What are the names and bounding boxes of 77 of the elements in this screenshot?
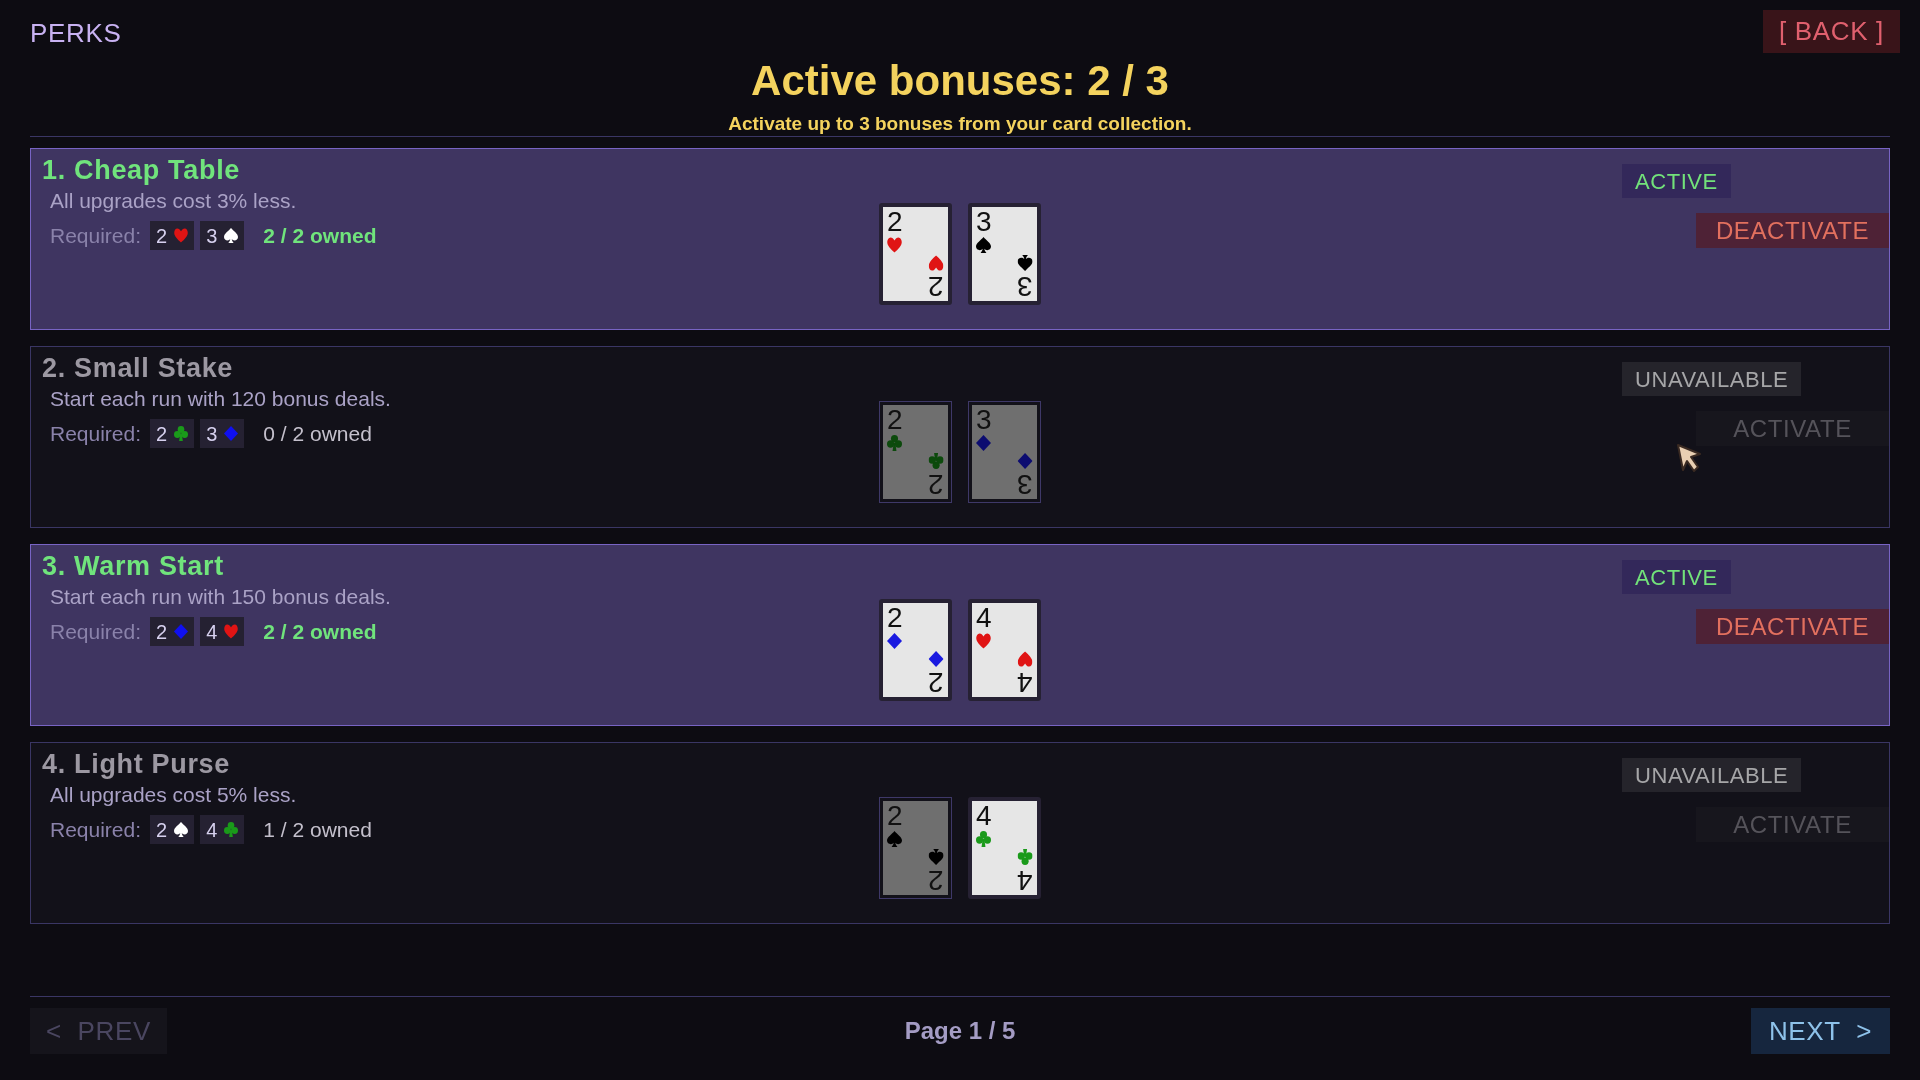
required-label: Required:	[50, 222, 142, 249]
spade-icon	[887, 831, 902, 847]
card-rank: 2	[887, 209, 903, 235]
rank-label: 4	[206, 817, 218, 842]
perk-description: Start each run with 150 bonus deals.	[50, 584, 391, 610]
heart-icon	[174, 228, 189, 243]
heart-icon	[1018, 651, 1033, 667]
status-badge: UNAVAILABLE	[1622, 758, 1802, 792]
status-badge: UNAVAILABLE	[1622, 362, 1802, 396]
mouse-cursor-icon	[1676, 443, 1704, 473]
rank-label: 4	[206, 619, 218, 644]
page-title: PERKS	[30, 17, 122, 49]
card-rank: 3	[1017, 471, 1033, 497]
perk-title: 1. Cheap Table	[42, 154, 240, 187]
owned-count: 0 / 2 owned	[263, 420, 372, 447]
heart-icon	[887, 237, 902, 253]
card-rank: 4	[1017, 867, 1033, 893]
club-icon	[929, 453, 944, 469]
next-button[interactable]: NEXT >	[1750, 1008, 1890, 1054]
rank-label: 2	[156, 223, 168, 248]
diamond-icon	[174, 624, 189, 639]
active-bonuses-heading: Active bonuses: 2 / 3	[751, 57, 1169, 105]
card-rank: 3	[1017, 273, 1033, 299]
owned-count: 1 / 2 owned	[263, 816, 372, 843]
rank-label: 2	[156, 817, 168, 842]
perk-description: All upgrades cost 5% less.	[50, 782, 297, 808]
owned-count: 2 / 2 owned	[263, 618, 377, 645]
heart-icon	[976, 633, 991, 649]
diamond-icon	[224, 426, 239, 441]
rank-label: 2	[156, 619, 168, 644]
required-label: Required:	[50, 420, 142, 447]
club-icon	[224, 822, 239, 837]
page-indicator: Page 1 / 5	[904, 1016, 1016, 1046]
status-badge: ACTIVE	[1622, 560, 1731, 594]
card-rank: 2	[928, 273, 944, 299]
card-rank: 4	[976, 803, 992, 829]
action-button[interactable]: DEACTIVATE	[1696, 213, 1889, 248]
club-icon	[887, 435, 902, 451]
perk-description: All upgrades cost 3% less.	[50, 188, 297, 214]
perk-title: 3. Warm Start	[42, 550, 224, 583]
card-rank: 2	[887, 605, 903, 631]
back-button[interactable]: [ BACK ]	[1763, 10, 1900, 53]
rank-label: 3	[206, 421, 218, 446]
status-badge: ACTIVE	[1622, 164, 1731, 198]
action-button[interactable]: DEACTIVATE	[1696, 609, 1889, 644]
club-icon	[976, 831, 991, 847]
diamond-icon	[1018, 453, 1033, 469]
required-label: Required:	[50, 816, 142, 843]
card-rank: 2	[887, 803, 903, 829]
rank-label: 3	[206, 223, 218, 248]
spade-icon	[224, 228, 239, 243]
card-rank: 2	[928, 471, 944, 497]
perk-title: 4. Light Purse	[42, 748, 230, 781]
spade-icon	[1018, 255, 1033, 271]
required-label: Required:	[50, 618, 142, 645]
diamond-icon	[887, 633, 902, 649]
spade-icon	[976, 237, 991, 253]
perk-title: 2. Small Stake	[42, 352, 234, 385]
card-rank: 3	[976, 407, 992, 433]
card-rank: 4	[976, 605, 992, 631]
diamond-icon	[929, 651, 944, 667]
subtitle: Activate up to 3 bonuses from your card collection.	[728, 112, 1192, 136]
heart-icon	[224, 624, 239, 639]
spade-icon	[929, 849, 944, 865]
club-icon	[174, 426, 189, 441]
card-rank: 2	[928, 669, 944, 695]
perk-description: Start each run with 120 bonus deals.	[50, 386, 391, 412]
rank-label: 2	[156, 421, 168, 446]
spade-icon	[174, 822, 189, 837]
owned-count: 2 / 2 owned	[263, 222, 377, 249]
card-rank: 4	[1017, 669, 1033, 695]
card-rank: 2	[928, 867, 944, 893]
heart-icon	[929, 255, 944, 271]
club-icon	[1018, 849, 1033, 865]
card-rank: 2	[887, 407, 903, 433]
diamond-icon	[976, 435, 991, 451]
card-rank: 3	[976, 209, 992, 235]
